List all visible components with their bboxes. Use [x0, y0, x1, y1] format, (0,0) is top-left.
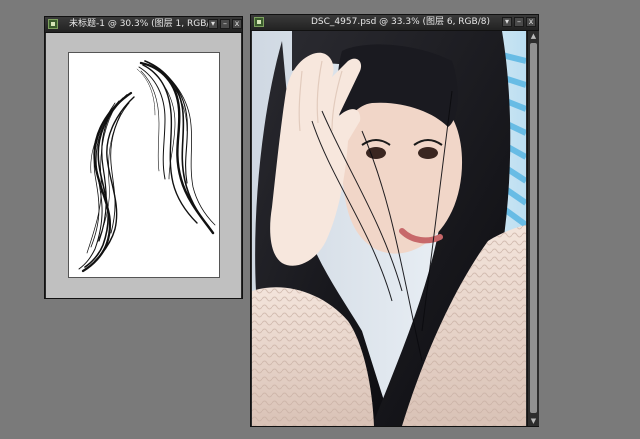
window-title: DSC_4957.psd @ 33.3% (图层 6, RGB/8): [311, 17, 490, 27]
photoshop-doc-icon: [48, 19, 58, 29]
title-bar[interactable]: DSC_4957.psd @ 33.3% (图层 6, RGB/8) ▾ – x: [251, 15, 538, 31]
canvas-area[interactable]: [46, 33, 241, 298]
document-window-photo[interactable]: DSC_4957.psd @ 33.3% (图层 6, RGB/8) ▾ – x: [250, 14, 539, 427]
scroll-thumb[interactable]: [530, 43, 537, 413]
close-icon[interactable]: x: [526, 17, 536, 27]
photoshop-doc-icon: [254, 17, 264, 27]
title-bar[interactable]: 未标题-1 @ 30.3% (图层 1, RGB/8) ▾ – x: [45, 17, 242, 33]
hair-brush-strokes: [78, 60, 216, 273]
chevron-down-icon[interactable]: ▾: [208, 19, 218, 29]
window-title: 未标题-1 @ 30.3% (图层 1, RGB/8): [69, 19, 219, 29]
vertical-scrollbar[interactable]: ▲ ▼: [527, 31, 539, 426]
chevron-down-icon[interactable]: ▾: [502, 17, 512, 27]
minimize-icon[interactable]: –: [220, 19, 230, 29]
document-canvas[interactable]: [68, 52, 220, 278]
minimize-icon[interactable]: –: [514, 17, 524, 27]
photo-canvas[interactable]: [252, 31, 526, 426]
document-window-untitled[interactable]: 未标题-1 @ 30.3% (图层 1, RGB/8) ▾ – x: [44, 16, 243, 299]
scroll-down-icon[interactable]: ▼: [529, 416, 538, 426]
scroll-up-icon[interactable]: ▲: [529, 31, 538, 41]
close-icon[interactable]: x: [232, 19, 242, 29]
portrait-photo: [252, 31, 526, 426]
